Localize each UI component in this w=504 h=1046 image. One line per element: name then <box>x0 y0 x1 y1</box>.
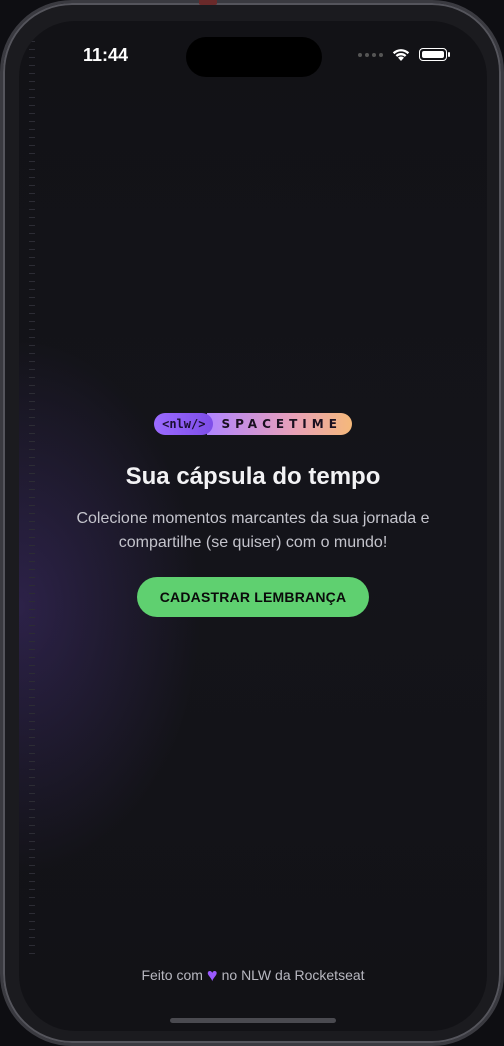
wifi-icon <box>392 49 410 61</box>
nlw-spacetime-logo: <nlw/> SPACETIME <box>154 413 352 435</box>
footer-text-after: no NLW da Rocketseat <box>221 967 365 983</box>
status-bar: 11:44 <box>19 21 487 91</box>
status-icons <box>358 47 450 62</box>
footer-text-before: Feito com <box>141 967 203 983</box>
status-time: 11:44 <box>83 45 129 65</box>
phone-frame: 11:44 <nlw/> SPACETIME Sua cápsula do te… <box>0 0 504 1046</box>
battery-icon <box>419 48 450 61</box>
home-indicator[interactable] <box>170 1018 336 1023</box>
app-screen: 11:44 <nlw/> SPACETIME Sua cápsula do te… <box>19 21 487 1031</box>
purple-heart-icon: ♥ <box>206 965 218 985</box>
register-memory-button[interactable]: CADASTRAR LEMBRANÇA <box>137 577 369 617</box>
dynamic-island <box>186 37 322 77</box>
footer: Feito com ♥ no NLW da Rocketseat <box>19 965 487 985</box>
page-subtitle: Colecione momentos marcantes da sua jorn… <box>76 510 430 551</box>
page-title: Sua cápsula do tempo <box>125 463 381 490</box>
cellular-signal-icon <box>358 52 383 57</box>
logo-spacetime-text: SPACETIME <box>207 413 352 435</box>
hero-section: <nlw/> SPACETIME Sua cápsula do tempo Co… <box>19 413 487 617</box>
side-button <box>199 0 217 5</box>
logo-nlw-tag: <nlw/> <box>154 413 214 435</box>
